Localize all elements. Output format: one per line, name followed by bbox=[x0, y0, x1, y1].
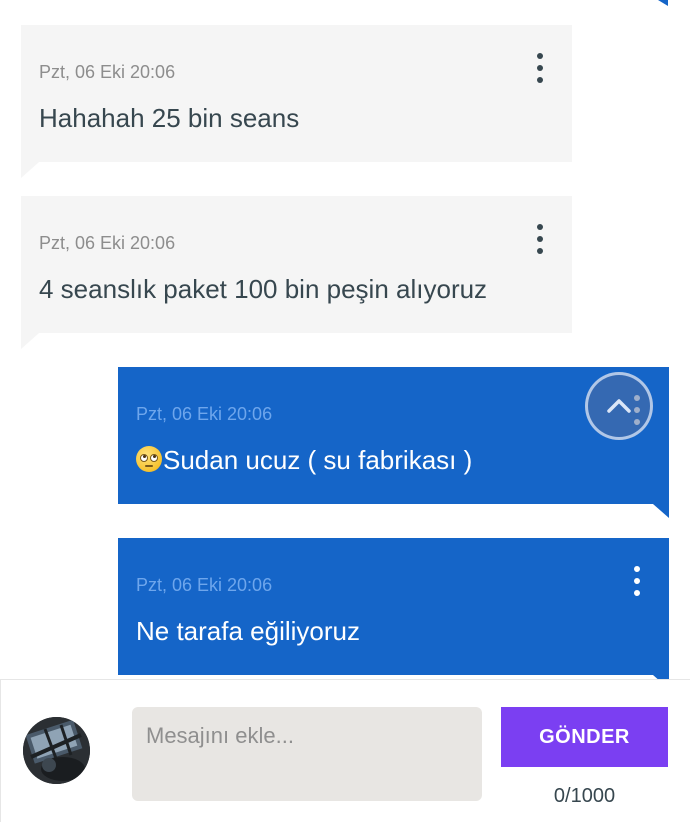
message-text: Sudan ucuz ( su fabrikası ) bbox=[163, 445, 473, 475]
character-counter: 0/1000 bbox=[553, 785, 616, 807]
message-composer: GÖNDER 0/1000 bbox=[0, 679, 690, 822]
message-timestamp: Pzt, 06 Eki 20:06 bbox=[136, 404, 273, 424]
chevron-up-icon bbox=[607, 399, 631, 413]
rolling-eyes-emoji-icon bbox=[136, 446, 162, 472]
more-vertical-icon[interactable] bbox=[528, 53, 552, 83]
message-input[interactable] bbox=[132, 707, 482, 801]
more-vertical-icon[interactable] bbox=[528, 224, 552, 254]
message-text: 4 seanslık paket 100 bin peşin alıyoruz bbox=[39, 274, 488, 304]
message-bubble-outgoing: Pzt, 06 Eki 20:06 Sudan ucuz ( su fabrik… bbox=[118, 367, 669, 518]
chat-screen: Pzt, 06 Eki 20:06 Hahahah 25 bin seans P… bbox=[0, 0, 690, 822]
previous-message-tail bbox=[658, 0, 668, 6]
message-text-container: Sudan ucuz ( su fabrikası ) bbox=[136, 445, 472, 476]
avatar[interactable] bbox=[23, 717, 90, 784]
user-avatar-image bbox=[23, 717, 90, 784]
message-text: Ne tarafa eğiliyoruz bbox=[136, 616, 360, 646]
message-bubble-outgoing: Pzt, 06 Eki 20:06 Ne tarafa eğiliyoruz bbox=[118, 538, 669, 689]
scroll-to-top-button[interactable] bbox=[585, 372, 653, 440]
message-timestamp: Pzt, 06 Eki 20:06 bbox=[136, 575, 273, 595]
message-bubble-incoming: Pzt, 06 Eki 20:06 4 seanslık paket 100 b… bbox=[21, 196, 572, 349]
message-bubble-incoming: Pzt, 06 Eki 20:06 Hahahah 25 bin seans bbox=[21, 25, 572, 178]
more-vertical-icon[interactable] bbox=[625, 566, 649, 596]
message-text: Hahahah 25 bin seans bbox=[39, 103, 300, 133]
message-timestamp: Pzt, 06 Eki 20:06 bbox=[39, 233, 176, 253]
message-timestamp: Pzt, 06 Eki 20:06 bbox=[39, 62, 176, 82]
send-button[interactable]: GÖNDER bbox=[501, 707, 668, 767]
